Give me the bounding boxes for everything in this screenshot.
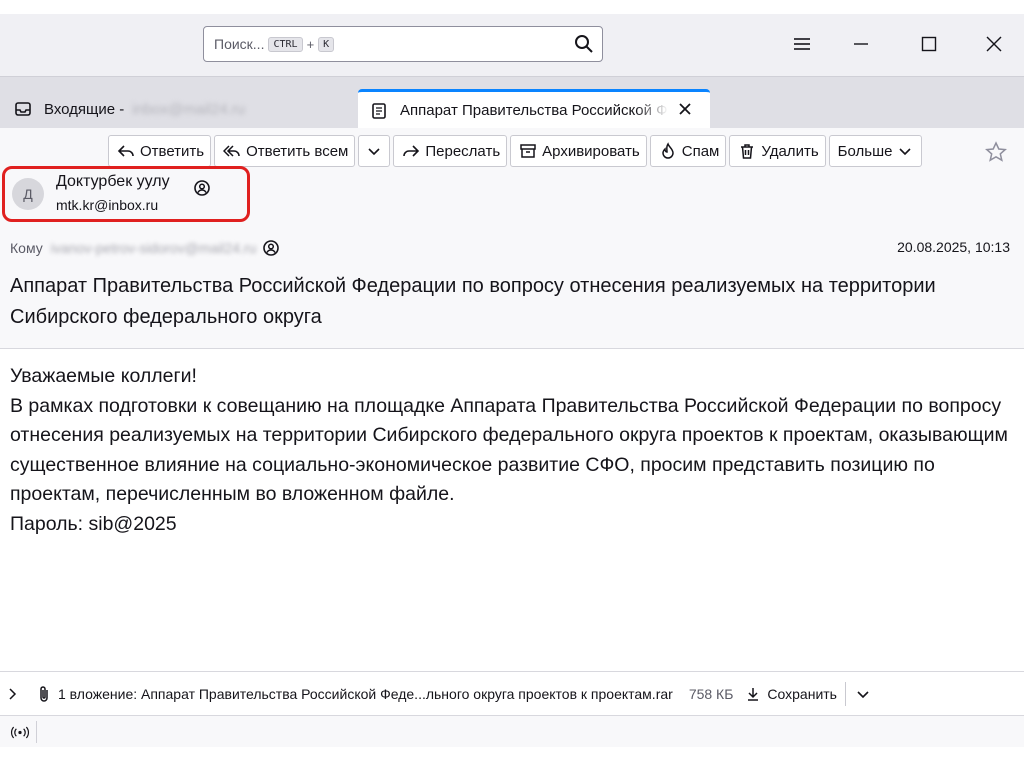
spam-button[interactable]: Спам: [649, 135, 727, 167]
tab-message-label: Аппарат Правительства Российской Федерац…: [400, 102, 668, 119]
close-window-icon[interactable]: [982, 32, 1006, 56]
sender-email[interactable]: mtk.kr@inbox.ru: [56, 197, 158, 213]
status-bar: [0, 715, 1024, 747]
attachment-size: 758 КБ: [688, 685, 734, 702]
reply-all-icon: [223, 145, 240, 157]
avatar: Д: [12, 178, 44, 210]
archive-button[interactable]: Архивировать: [510, 135, 647, 167]
reply-all-button[interactable]: Ответить всем: [214, 135, 356, 167]
forward-label: Переслать: [425, 142, 501, 160]
inbox-icon: [15, 102, 31, 116]
forward-button[interactable]: Переслать: [393, 135, 508, 167]
shortcut-key-ctrl: CTRL: [268, 36, 303, 52]
chevron-down-icon[interactable]: [854, 685, 872, 703]
spam-icon: [661, 142, 674, 159]
reply-button[interactable]: Ответить: [108, 135, 212, 167]
archive-icon: [520, 144, 536, 158]
close-icon[interactable]: [676, 100, 694, 118]
body-greeting: Уважаемые коллеги!: [10, 365, 197, 387]
contact-icon[interactable]: [193, 179, 211, 197]
recipient-value[interactable]: ivanov-petrov-sidorov@mail24.ru: [51, 240, 257, 256]
tab-inbox[interactable]: Входящие - inbox@mail24.ru: [14, 89, 334, 129]
reply-label: Ответить: [140, 142, 205, 160]
title-bar: Поиск... CTRL + K: [0, 14, 1024, 76]
paperclip-icon: [40, 685, 48, 702]
message-icon: [372, 102, 386, 119]
attachment-name[interactable]: 1 вложение: Аппарат Правительства Россий…: [58, 686, 673, 702]
body-password: Пароль: sib@2025: [10, 512, 177, 535]
message-subject: Аппарат Правительства Российской Федерац…: [10, 275, 936, 328]
download-icon: [748, 687, 759, 701]
sender-name[interactable]: Доктурбек уулу: [56, 173, 170, 191]
reply-all-dropdown[interactable]: [358, 135, 391, 167]
online-status-icon[interactable]: [3, 721, 37, 743]
message-body: Уважаемые коллеги! В рамках подготовки к…: [10, 362, 1015, 539]
save-attachment-button[interactable]: Сохранить: [745, 686, 837, 702]
delete-button[interactable]: Удалить: [729, 135, 826, 167]
minimize-icon[interactable]: [849, 32, 873, 56]
divider: [844, 681, 846, 706]
search-icon[interactable]: [574, 34, 594, 54]
shortcut-key-k: K: [318, 36, 335, 52]
menu-icon[interactable]: [790, 32, 814, 56]
reply-icon: [117, 145, 134, 157]
message-date: 20.08.2025, 10:13: [897, 239, 1010, 255]
contact-icon[interactable]: [262, 239, 280, 257]
trash-icon: [741, 144, 754, 159]
chevron-right-icon[interactable]: [6, 687, 20, 701]
search-box[interactable]: Поиск... CTRL + K: [203, 26, 603, 62]
spam-label: Спам: [681, 142, 720, 160]
more-button[interactable]: Больше: [828, 135, 923, 167]
recipient-row: Кому ivanov-petrov-sidorov@mail24.ru: [10, 239, 280, 257]
search-placeholder: Поиск...: [214, 36, 265, 52]
tab-message[interactable]: Аппарат Правительства Российской Федерац…: [358, 89, 710, 129]
shortcut-plus: +: [306, 36, 315, 52]
forward-icon: [403, 145, 420, 157]
chevron-down-icon: [899, 148, 912, 156]
tab-inbox-account: inbox@mail24.ru: [132, 100, 246, 118]
star-icon[interactable]: [985, 141, 1007, 163]
maximize-icon[interactable]: [917, 32, 941, 56]
tab-inbox-label: Входящие -: [44, 100, 125, 118]
delete-label: Удалить: [761, 142, 819, 160]
message-header: Ответить Ответить всем Переслать Архивир…: [0, 128, 1024, 349]
sender-box: Д Доктурбек уулу mtk.kr@inbox.ru: [2, 166, 250, 222]
body-paragraph: В рамках подготовки к совещанию на площа…: [10, 394, 1008, 506]
wireless-icon: [10, 726, 29, 738]
message-toolbar: Ответить Ответить всем Переслать Архивир…: [108, 135, 923, 167]
reply-all-label: Ответить всем: [246, 142, 349, 160]
archive-label: Архивировать: [542, 142, 640, 160]
more-label: Больше: [837, 142, 893, 160]
recipient-label: Кому: [10, 240, 43, 256]
chevron-down-icon: [368, 148, 380, 156]
save-label: Сохранить: [767, 685, 837, 702]
tab-bar: Входящие - inbox@mail24.ru Аппарат Прави…: [0, 76, 1024, 129]
attachment-bar: 1 вложение: Аппарат Правительства Россий…: [0, 671, 1024, 715]
